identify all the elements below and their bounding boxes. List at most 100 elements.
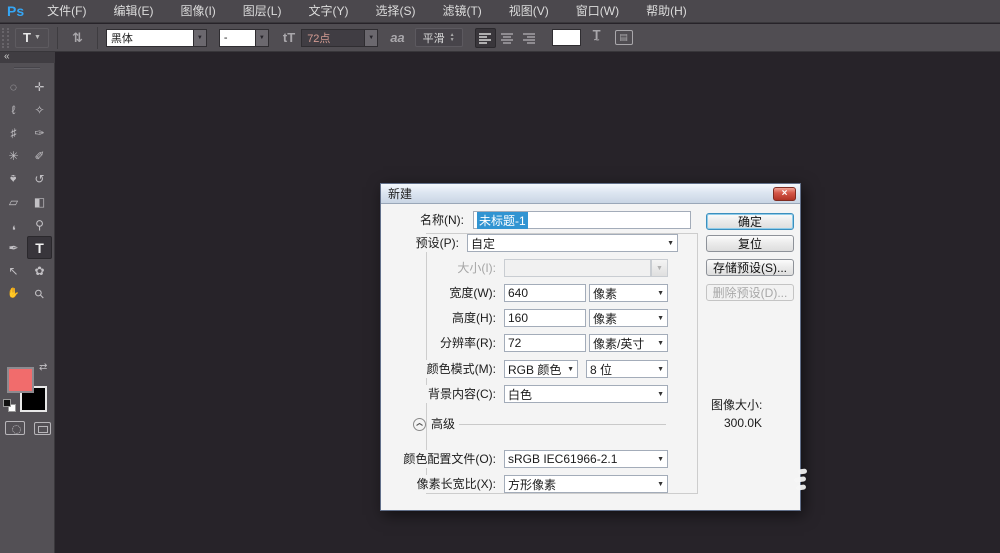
separator <box>57 27 58 49</box>
marquee-tool-icon[interactable]: ◌ <box>1 75 26 98</box>
advanced-divider <box>459 424 666 425</box>
font-family-select[interactable]: 黑体 <box>106 29 194 47</box>
text-orientation-icon[interactable]: ⇅ <box>72 30 83 46</box>
name-value-selected: 未标题-1 <box>477 212 528 229</box>
swap-colors-icon[interactable]: ⇄ <box>39 362 47 373</box>
chevron-down-icon: ▼ <box>567 366 574 373</box>
height-unit-select[interactable]: 像素 ▼ <box>589 309 668 327</box>
width-unit-select[interactable]: 像素 ▼ <box>589 284 668 302</box>
font-family-dropdown-button[interactable]: ▼ <box>194 29 207 47</box>
font-style-select[interactable]: - <box>219 29 256 47</box>
menu-type[interactable]: 文字(Y) <box>295 0 362 23</box>
align-center-button[interactable] <box>497 28 518 48</box>
menu-view[interactable]: 视图(V) <box>496 0 563 23</box>
clone-stamp-tool-icon[interactable]: ♠ <box>1 167 26 190</box>
bit-depth-select[interactable]: 8 位 ▼ <box>586 360 668 378</box>
anti-alias-select[interactable]: 平滑 ▲▼ <box>415 28 463 47</box>
gradient-tool-icon[interactable]: ◧ <box>27 190 52 213</box>
height-unit-value: 像素 <box>593 310 617 327</box>
panel-collapse-strip[interactable]: « <box>0 52 55 63</box>
menu-file[interactable]: 文件(F) <box>34 0 100 23</box>
foreground-color-swatch[interactable] <box>7 367 34 393</box>
width-input[interactable]: 640 <box>504 284 586 302</box>
blur-tool-icon[interactable]: ❜ <box>1 213 26 236</box>
menu-filter[interactable]: 滤镜(T) <box>429 0 495 23</box>
color-swatches: ⇄ <box>0 359 55 419</box>
background-contents-label: 背景内容(C): <box>425 385 499 403</box>
close-icon: × <box>782 189 788 199</box>
history-brush-tool-icon[interactable]: ↺ <box>27 167 52 190</box>
zoom-tool-icon[interactable]: ⚲ <box>27 282 52 305</box>
save-preset-button-label: 存储预设(S)... <box>713 259 787 276</box>
separator <box>97 27 98 49</box>
hand-tool-icon[interactable]: ✋ <box>1 282 26 305</box>
height-label: 高度(H): <box>449 309 499 327</box>
move-tool-icon[interactable]: ✛ <box>27 75 52 98</box>
font-style-value: - <box>224 32 228 44</box>
resolution-unit-select[interactable]: 像素/英寸 ▼ <box>589 334 668 352</box>
dodge-tool-icon[interactable]: ⚲ <box>27 213 52 236</box>
color-profile-value: sRGB IEC61966-2.1 <box>508 452 617 466</box>
type-tool-icon-active[interactable]: T <box>27 236 52 259</box>
tool-preset-picker[interactable]: T ▼ <box>15 28 49 48</box>
width-unit-value: 像素 <box>593 285 617 302</box>
lasso-tool-icon[interactable]: ℓ <box>1 98 26 121</box>
background-contents-select[interactable]: 白色 ▼ <box>504 385 668 403</box>
dialog-title: 新建 <box>388 185 412 202</box>
warp-text-icon[interactable]: T <box>593 30 601 46</box>
path-selection-tool-icon[interactable]: ↖ <box>1 259 26 282</box>
color-mode-select[interactable]: RGB 颜色 ▼ <box>504 360 578 378</box>
healing-brush-tool-icon[interactable]: ✳ <box>1 144 26 167</box>
panel-gripper[interactable] <box>14 67 40 69</box>
close-button[interactable]: × <box>773 187 796 201</box>
size-dropdown-button: ▼ <box>651 259 668 277</box>
save-preset-button[interactable]: 存储预设(S)... <box>706 259 794 276</box>
name-input[interactable]: 未标题-1 <box>473 211 691 229</box>
menu-select[interactable]: 选择(S) <box>362 0 429 23</box>
chevron-down-icon: ▼ <box>34 34 41 41</box>
chevron-down-icon: ▼ <box>657 481 664 488</box>
advanced-toggle-button[interactable]: ❮ <box>413 418 426 431</box>
eyedropper-tool-icon[interactable]: ✑ <box>27 121 52 144</box>
align-right-button[interactable] <box>519 28 540 48</box>
reset-button[interactable]: 复位 <box>706 235 794 252</box>
menu-help[interactable]: 帮助(H) <box>633 0 701 23</box>
quick-mask-icon[interactable] <box>5 421 25 435</box>
magic-wand-tool-icon[interactable]: ✧ <box>27 98 52 121</box>
align-center-icon <box>500 32 514 44</box>
font-style-dropdown-button[interactable]: ▼ <box>256 29 269 47</box>
menu-image[interactable]: 图像(I) <box>167 0 229 23</box>
color-mode-label: 颜色模式(M): <box>424 360 499 378</box>
pen-tool-icon[interactable]: ✒ <box>1 236 26 259</box>
pixel-aspect-select[interactable]: 方形像素 ▼ <box>504 475 668 493</box>
screen-mode-icon[interactable] <box>34 422 51 435</box>
crop-tool-icon[interactable]: ♯ <box>1 121 26 144</box>
default-colors-icon[interactable] <box>3 399 16 412</box>
panel-toggle-icon: ▤ <box>619 32 628 43</box>
preset-select[interactable]: 自定 ▼ <box>467 234 678 252</box>
chevron-down-icon: ▼ <box>657 290 664 297</box>
font-size-input[interactable]: 72点 <box>301 29 365 47</box>
width-label: 宽度(W): <box>446 284 499 302</box>
eraser-tool-icon[interactable]: ▱ <box>1 190 26 213</box>
font-size-dropdown-button[interactable]: ▼ <box>365 29 378 47</box>
ok-button[interactable]: 确定 <box>706 213 794 230</box>
menu-layer[interactable]: 图层(L) <box>230 0 296 23</box>
custom-shape-tool-icon[interactable]: ✿ <box>27 259 52 282</box>
color-profile-select[interactable]: sRGB IEC61966-2.1 ▼ <box>504 450 668 468</box>
image-size-value: 300.0K <box>711 416 775 430</box>
resolution-input[interactable]: 72 <box>504 334 586 352</box>
preset-label: 预设(P): <box>413 234 462 252</box>
menu-edit[interactable]: 编辑(E) <box>100 0 167 23</box>
chevron-down-icon: ▼ <box>657 456 664 463</box>
font-family-value: 黑体 <box>111 30 133 46</box>
align-left-button[interactable] <box>475 28 496 48</box>
height-input[interactable]: 160 <box>504 309 586 327</box>
dialog-titlebar[interactable]: 新建 × <box>381 184 800 204</box>
chevron-down-icon: ▼ <box>657 340 664 347</box>
brush-tool-icon[interactable]: ✐ <box>27 144 52 167</box>
menu-window[interactable]: 窗口(W) <box>563 0 633 23</box>
text-color-swatch[interactable] <box>552 29 581 46</box>
pixel-aspect-value: 方形像素 <box>508 476 556 493</box>
toggle-panels-button[interactable]: ▤ <box>615 30 633 45</box>
